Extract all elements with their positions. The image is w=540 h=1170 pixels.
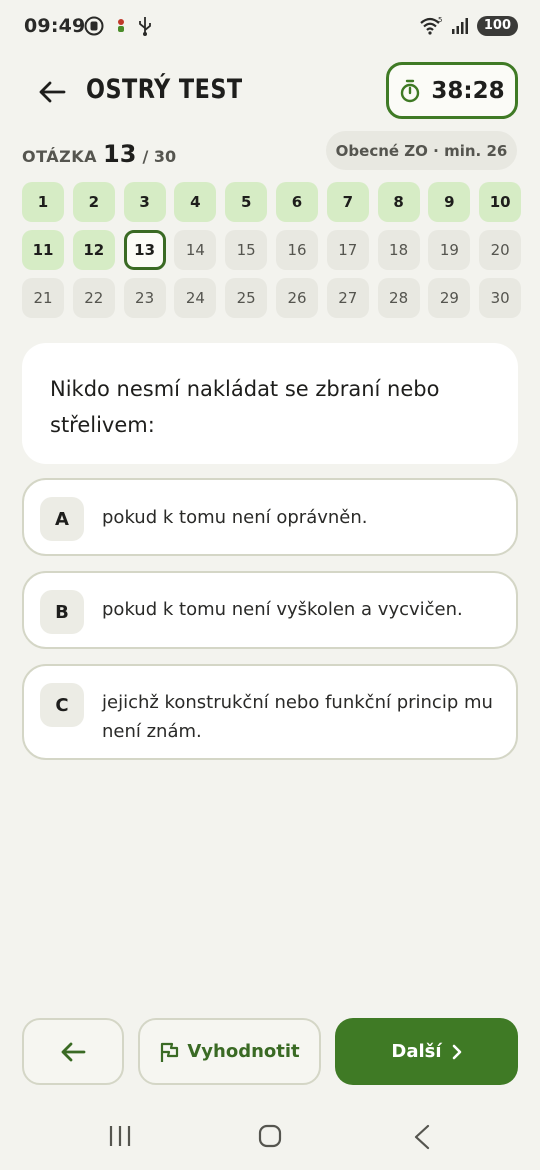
question-cell-13[interactable]: 13 <box>123 230 166 270</box>
question-cell-11[interactable]: 11 <box>22 230 64 270</box>
option-letter: B <box>40 590 84 634</box>
status-icons-left <box>84 16 152 36</box>
question-cell-24[interactable]: 24 <box>174 278 217 318</box>
question-cell-26[interactable]: 26 <box>275 278 318 318</box>
battery-badge: 100 <box>476 16 518 36</box>
question-current: 13 <box>103 140 137 168</box>
question-cell-17[interactable]: 17 <box>326 230 369 270</box>
recent-apps-button[interactable] <box>108 1124 132 1152</box>
question-cell-25[interactable]: 25 <box>225 278 268 318</box>
question-cell-5[interactable]: 5 <box>225 182 268 222</box>
bug-icon <box>118 19 124 32</box>
previous-question-button[interactable] <box>22 1018 124 1085</box>
next-question-button[interactable]: Další <box>335 1018 518 1085</box>
category-badge: Obecné ZO · min. 26 <box>326 131 517 170</box>
question-cell-18[interactable]: 18 <box>377 230 420 270</box>
question-cell-22[interactable]: 22 <box>72 278 115 318</box>
option-c[interactable]: C jejichž konstrukční nebo funkční princ… <box>22 664 518 760</box>
home-icon <box>258 1124 282 1148</box>
question-cell-7[interactable]: 7 <box>326 182 369 222</box>
usb-icon <box>139 17 151 36</box>
question-text: Nikdo nesmí nakládat se zbraní nebo stře… <box>50 377 440 437</box>
question-cell-27[interactable]: 27 <box>326 278 369 318</box>
question-cell-2[interactable]: 2 <box>72 182 115 222</box>
evaluate-button[interactable]: Vyhodnotit <box>138 1018 321 1085</box>
status-icons-right: 5 100 <box>419 16 518 36</box>
option-a[interactable]: A pokud k tomu není oprávněn. <box>22 478 518 556</box>
option-letter: A <box>40 497 84 541</box>
evaluate-label: Vyhodnotit <box>187 1041 300 1062</box>
recent-apps-icon <box>109 1126 131 1146</box>
page-title: OSTRÝ TEST <box>86 74 243 105</box>
question-cell-12[interactable]: 12 <box>72 230 115 270</box>
question-cell-6[interactable]: 6 <box>275 182 318 222</box>
timer-value: 38:28 <box>431 77 505 104</box>
stopwatch-icon <box>401 79 420 102</box>
timer-badge: 38:28 <box>386 62 518 119</box>
question-cell-16[interactable]: 16 <box>275 230 318 270</box>
record-icon <box>84 16 104 36</box>
chevron-left-icon <box>414 1124 430 1150</box>
signal-icon <box>451 18 468 34</box>
option-text: pokud k tomu není oprávněn. <box>102 507 368 528</box>
question-cell-14[interactable]: 14 <box>174 230 217 270</box>
question-cell-28[interactable]: 28 <box>377 278 420 318</box>
option-text: pokud k tomu není vyškolen a vycvičen. <box>102 599 463 620</box>
question-card: Nikdo nesmí nakládat se zbraní nebo stře… <box>22 343 518 464</box>
system-back-button[interactable] <box>412 1124 432 1154</box>
wifi-icon: 5 <box>420 16 442 35</box>
question-cell-1[interactable]: 1 <box>22 182 64 222</box>
question-cell-23[interactable]: 23 <box>123 278 166 318</box>
arrow-left-icon <box>39 81 66 103</box>
question-grid: 1 2 3 4 5 6 7 8 9 10 11 12 13 14 15 16 17 18 19 20 21 22 23 24 2… <box>22 182 522 318</box>
question-cell-3[interactable]: 3 <box>123 182 166 222</box>
option-b[interactable]: B pokud k tomu není vyškolen a vycvičen. <box>22 571 518 649</box>
arrow-left-icon <box>61 1042 86 1061</box>
question-cell-21[interactable]: 21 <box>22 278 64 318</box>
question-cell-9[interactable]: 9 <box>428 182 471 222</box>
question-total: / 30 <box>142 147 177 166</box>
question-cell-10[interactable]: 10 <box>479 182 522 222</box>
question-label: OTÁZKA <box>22 147 98 166</box>
question-counter: OTÁZKA 13 / 30 <box>22 140 176 168</box>
next-label: Další <box>391 1041 442 1062</box>
question-cell-8[interactable]: 8 <box>377 182 420 222</box>
question-cell-15[interactable]: 15 <box>225 230 268 270</box>
question-cell-4[interactable]: 4 <box>174 182 217 222</box>
status-bar: 09:49 5 100 <box>0 0 540 56</box>
chevron-right-icon <box>452 1044 461 1059</box>
status-time: 09:49 <box>24 15 86 37</box>
question-cell-20[interactable]: 20 <box>479 230 522 270</box>
option-letter: C <box>40 683 84 727</box>
question-cell-19[interactable]: 19 <box>428 230 471 270</box>
question-cell-30[interactable]: 30 <box>479 278 522 318</box>
system-nav-bar <box>0 1108 540 1168</box>
svg-text:5: 5 <box>438 16 442 24</box>
question-cell-29[interactable]: 29 <box>428 278 471 318</box>
home-button[interactable] <box>258 1124 282 1152</box>
back-button[interactable] <box>30 70 74 114</box>
option-text: jejichž konstrukční nebo funkční princip… <box>102 692 493 742</box>
flag-icon <box>161 1042 179 1062</box>
